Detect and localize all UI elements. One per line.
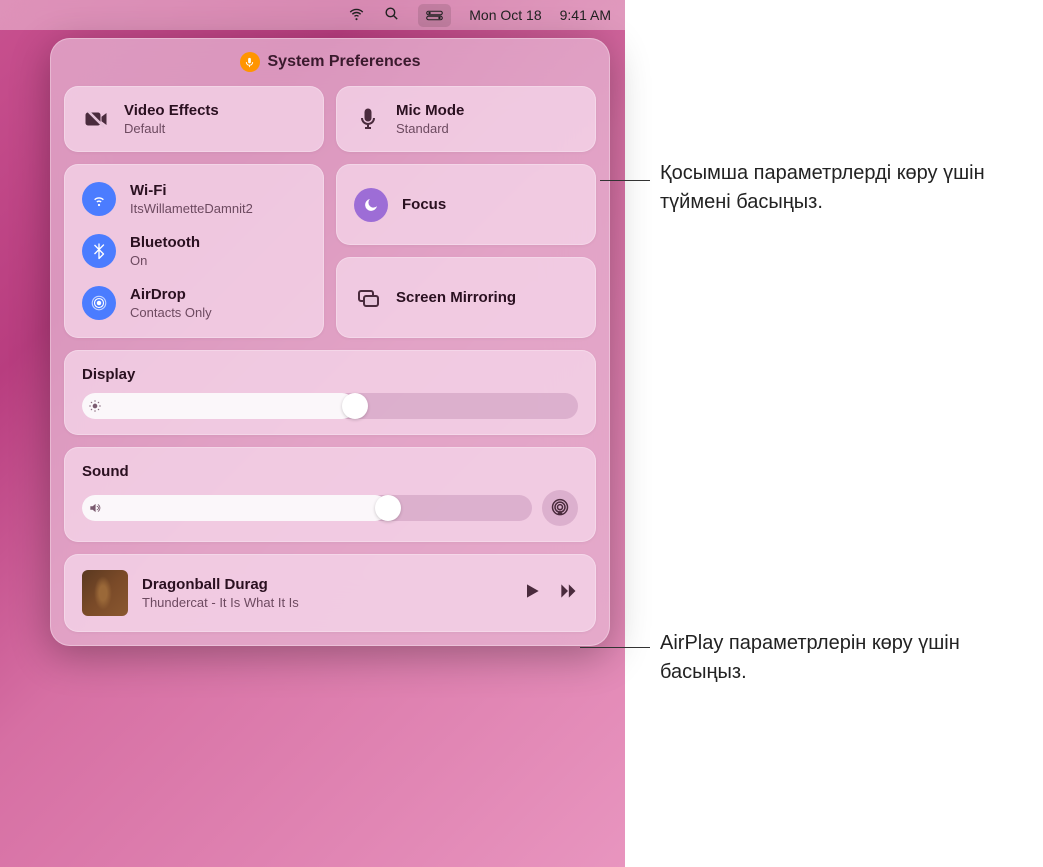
mic-mode-icon — [354, 107, 382, 131]
menubar: Mon Oct 18 9:41 AM — [0, 0, 625, 30]
sound-tile: Sound — [64, 447, 596, 542]
wifi-icon — [82, 182, 116, 216]
bluetooth-item[interactable]: Bluetooth On — [82, 234, 306, 268]
wifi-item[interactable]: Wi-Fi ItsWillametteDamnit2 — [82, 182, 306, 216]
focus-icon — [354, 188, 388, 222]
airdrop-title: AirDrop — [130, 286, 212, 303]
sound-label: Sound — [82, 463, 578, 480]
focus-tile[interactable]: Focus — [336, 164, 596, 245]
menubar-date[interactable]: Mon Oct 18 — [469, 7, 541, 23]
wifi-menubar-icon[interactable] — [348, 5, 365, 25]
next-track-button[interactable] — [558, 581, 578, 606]
menubar-time[interactable]: 9:41 AM — [560, 7, 611, 23]
airdrop-sub: Contacts Only — [130, 305, 212, 320]
mic-mode-sub: Standard — [396, 121, 464, 136]
airdrop-icon — [82, 286, 116, 320]
now-playing-title: Dragonball Durag — [142, 576, 508, 593]
now-playing-sub: Thundercat - It Is What It Is — [142, 595, 508, 610]
airplay-audio-button[interactable] — [542, 490, 578, 526]
play-button[interactable] — [522, 581, 542, 606]
bluetooth-icon — [82, 234, 116, 268]
video-effects-sub: Default — [124, 121, 219, 136]
airdrop-item[interactable]: AirDrop Contacts Only — [82, 286, 306, 320]
video-effects-icon — [82, 107, 110, 131]
display-brightness-slider[interactable] — [82, 393, 578, 419]
video-effects-tile[interactable]: Video Effects Default — [64, 86, 324, 152]
mic-mode-tile[interactable]: Mic Mode Standard — [336, 86, 596, 152]
wifi-title: Wi-Fi — [130, 182, 253, 199]
screen-mirroring-title: Screen Mirroring — [396, 289, 516, 306]
bluetooth-sub: On — [130, 253, 200, 268]
brightness-icon — [88, 399, 102, 413]
display-label: Display — [82, 366, 578, 383]
callout-line — [580, 647, 650, 648]
callout-mic-mode: Қосымша параметрлерді көру үшін түймені … — [660, 159, 1040, 217]
album-art — [82, 570, 128, 616]
volume-icon — [88, 501, 102, 515]
callout-airplay: AirPlay параметрлерін көру үшін басыңыз. — [660, 629, 1020, 687]
connectivity-tile: Wi-Fi ItsWillametteDamnit2 Bluetooth On — [64, 164, 324, 338]
screen-mirroring-tile[interactable]: Screen Mirroring — [336, 257, 596, 338]
display-tile: Display — [64, 350, 596, 435]
video-effects-title: Video Effects — [124, 102, 219, 119]
desktop-background: Mon Oct 18 9:41 AM System Preferences Vi… — [0, 0, 625, 867]
control-center-title: System Preferences — [268, 53, 421, 71]
now-playing-tile[interactable]: Dragonball Durag Thundercat - It Is What… — [64, 554, 596, 632]
mic-mode-title: Mic Mode — [396, 102, 464, 119]
bluetooth-title: Bluetooth — [130, 234, 200, 251]
control-center-panel: System Preferences Video Effects Default — [50, 38, 610, 646]
sound-volume-slider[interactable] — [82, 495, 532, 521]
screen-mirroring-icon — [354, 286, 382, 310]
focus-title: Focus — [402, 196, 446, 213]
mic-in-use-icon — [240, 52, 260, 72]
control-center-menubar-icon[interactable] — [418, 4, 451, 27]
search-menubar-icon[interactable] — [383, 5, 400, 25]
callout-line — [600, 180, 650, 181]
wifi-sub: ItsWillametteDamnit2 — [130, 201, 253, 216]
control-center-header: System Preferences — [64, 52, 596, 72]
